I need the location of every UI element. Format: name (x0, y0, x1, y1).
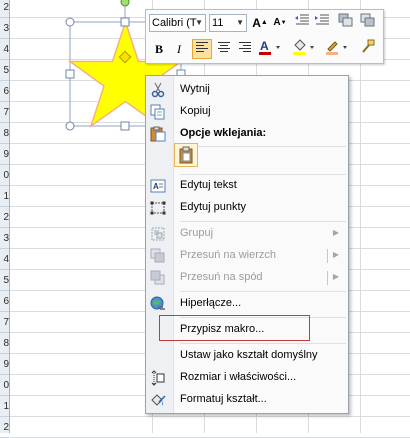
send-back-label: Przesuń na spód (180, 271, 263, 283)
menu-item-copy[interactable]: Kopiuj (146, 101, 348, 123)
font-size-combo[interactable]: 11 ▼ (209, 14, 247, 32)
resize-handle-w[interactable] (65, 69, 75, 79)
scissors-icon (151, 82, 165, 98)
split-divider (327, 271, 328, 285)
menu-item-bring-front[interactable]: Przesuń na wierzch ▶ (146, 245, 348, 267)
align-right-button[interactable] (235, 39, 255, 59)
increase-indent-button[interactable] (312, 13, 332, 33)
menu-item-edit-points[interactable]: Edytuj punkty (146, 197, 348, 219)
clipboard-icon (179, 146, 193, 164)
menu-item-size-properties[interactable]: Rozmiar i właściwości... (146, 367, 348, 389)
menu-separator (180, 221, 346, 222)
group-label: Grupuj (180, 227, 214, 239)
fill-color-button[interactable] (291, 39, 319, 59)
align-right-icon (239, 42, 251, 52)
menu-separator (180, 291, 346, 292)
resize-handle-n[interactable] (120, 17, 130, 27)
bring-front-label: Przesuń na wierzch (180, 249, 276, 261)
italic-button[interactable]: I (169, 39, 189, 59)
resize-handle-sw[interactable] (65, 121, 75, 131)
edit-points-label: Edytuj punkty (180, 201, 247, 213)
font-color-button[interactable]: A (257, 39, 285, 59)
menu-separator (180, 146, 346, 147)
svg-text:A: A (260, 39, 269, 53)
paste-keep-formatting-button[interactable] (174, 143, 198, 167)
chevron-down-icon: ▼ (236, 18, 244, 27)
edit-text-label: Edytuj tekst (180, 179, 237, 191)
copy-icon (150, 104, 165, 120)
format-painter-button[interactable] (358, 39, 378, 59)
menu-item-cut[interactable]: Wytnij (146, 79, 348, 101)
cut-label: Wytnij (180, 83, 210, 95)
align-center-button[interactable] (214, 39, 234, 59)
size-properties-label: Rozmiar i właściwości... (180, 371, 297, 383)
highlight-box (159, 315, 310, 341)
format-shape-label: Formatuj kształt... (180, 393, 267, 405)
split-divider (327, 249, 328, 263)
edit-points-icon (150, 201, 166, 215)
menu-item-hyperlink[interactable]: Hiperłącze... (146, 293, 348, 315)
mini-toolbar: Calibri (T ▼ 11 ▼ A▲ A▼ B I A (145, 9, 384, 64)
format-shape-icon (151, 394, 166, 406)
font-size-value: 11 (212, 17, 224, 29)
copy-label: Kopiuj (180, 105, 211, 117)
menu-item-set-default[interactable]: Ustaw jako kształt domyślny (146, 345, 348, 367)
order-icon (360, 13, 375, 27)
set-default-label: Ustaw jako kształt domyślny (180, 349, 318, 361)
font-name-value: Calibri (T (152, 17, 197, 29)
align-center-icon (218, 42, 230, 52)
send-back-icon (150, 270, 165, 285)
grow-font-button[interactable]: A▲ (250, 13, 270, 33)
align-left-button[interactable] (192, 39, 212, 59)
group-icon (151, 227, 165, 241)
paste-options-label: Opcje wklejania: (180, 127, 267, 139)
menu-item-paste-options: Opcje wklejania: (146, 123, 348, 145)
submenu-arrow-icon: ▶ (332, 228, 339, 237)
menu-item-send-back[interactable]: Przesuń na spód ▶ (146, 267, 348, 289)
size-properties-icon (151, 370, 165, 386)
chevron-down-icon: ▼ (195, 18, 203, 27)
resize-handle-nw[interactable] (65, 17, 75, 27)
increase-indent-icon (315, 14, 329, 25)
font-name-combo[interactable]: Calibri (T ▼ (149, 14, 206, 32)
menu-item-edit-text[interactable]: A Edytuj tekst (146, 175, 348, 197)
rotate-handle[interactable] (120, 0, 130, 7)
submenu-arrow-icon: ▶ (332, 272, 339, 281)
menu-item-group[interactable]: Grupuj ▶ (146, 223, 348, 245)
decrease-indent-icon (295, 14, 309, 25)
hyperlink-label: Hiperłącze... (180, 297, 242, 309)
align-left-icon (196, 42, 208, 52)
menu-item-format-shape[interactable]: Formatuj kształt... (146, 389, 348, 411)
bold-button[interactable]: B (149, 39, 169, 59)
hyperlink-globe-icon (150, 296, 165, 310)
font-color-icon: A (259, 39, 280, 55)
decrease-indent-button[interactable] (292, 13, 312, 33)
bring-front-icon (150, 248, 165, 263)
paste-icon (150, 126, 166, 142)
format-painter-icon (362, 39, 375, 53)
context-menu: Wytnij Kopiuj Opcje wklejania: A Edytuj … (145, 75, 349, 414)
svg-text:A: A (153, 182, 159, 191)
order-button[interactable] (358, 13, 378, 33)
submenu-arrow-icon: ▶ (332, 250, 339, 259)
resize-handle-s[interactable] (120, 121, 130, 131)
pen-outline-icon (326, 41, 347, 55)
shrink-font-button[interactable]: A▼ (270, 13, 290, 33)
menu-separator (180, 343, 346, 344)
outline-color-button[interactable] (324, 39, 352, 59)
paint-bucket-icon (293, 39, 314, 55)
align-button[interactable] (336, 13, 356, 33)
align-icon (338, 13, 353, 27)
edit-text-icon: A (150, 179, 166, 193)
